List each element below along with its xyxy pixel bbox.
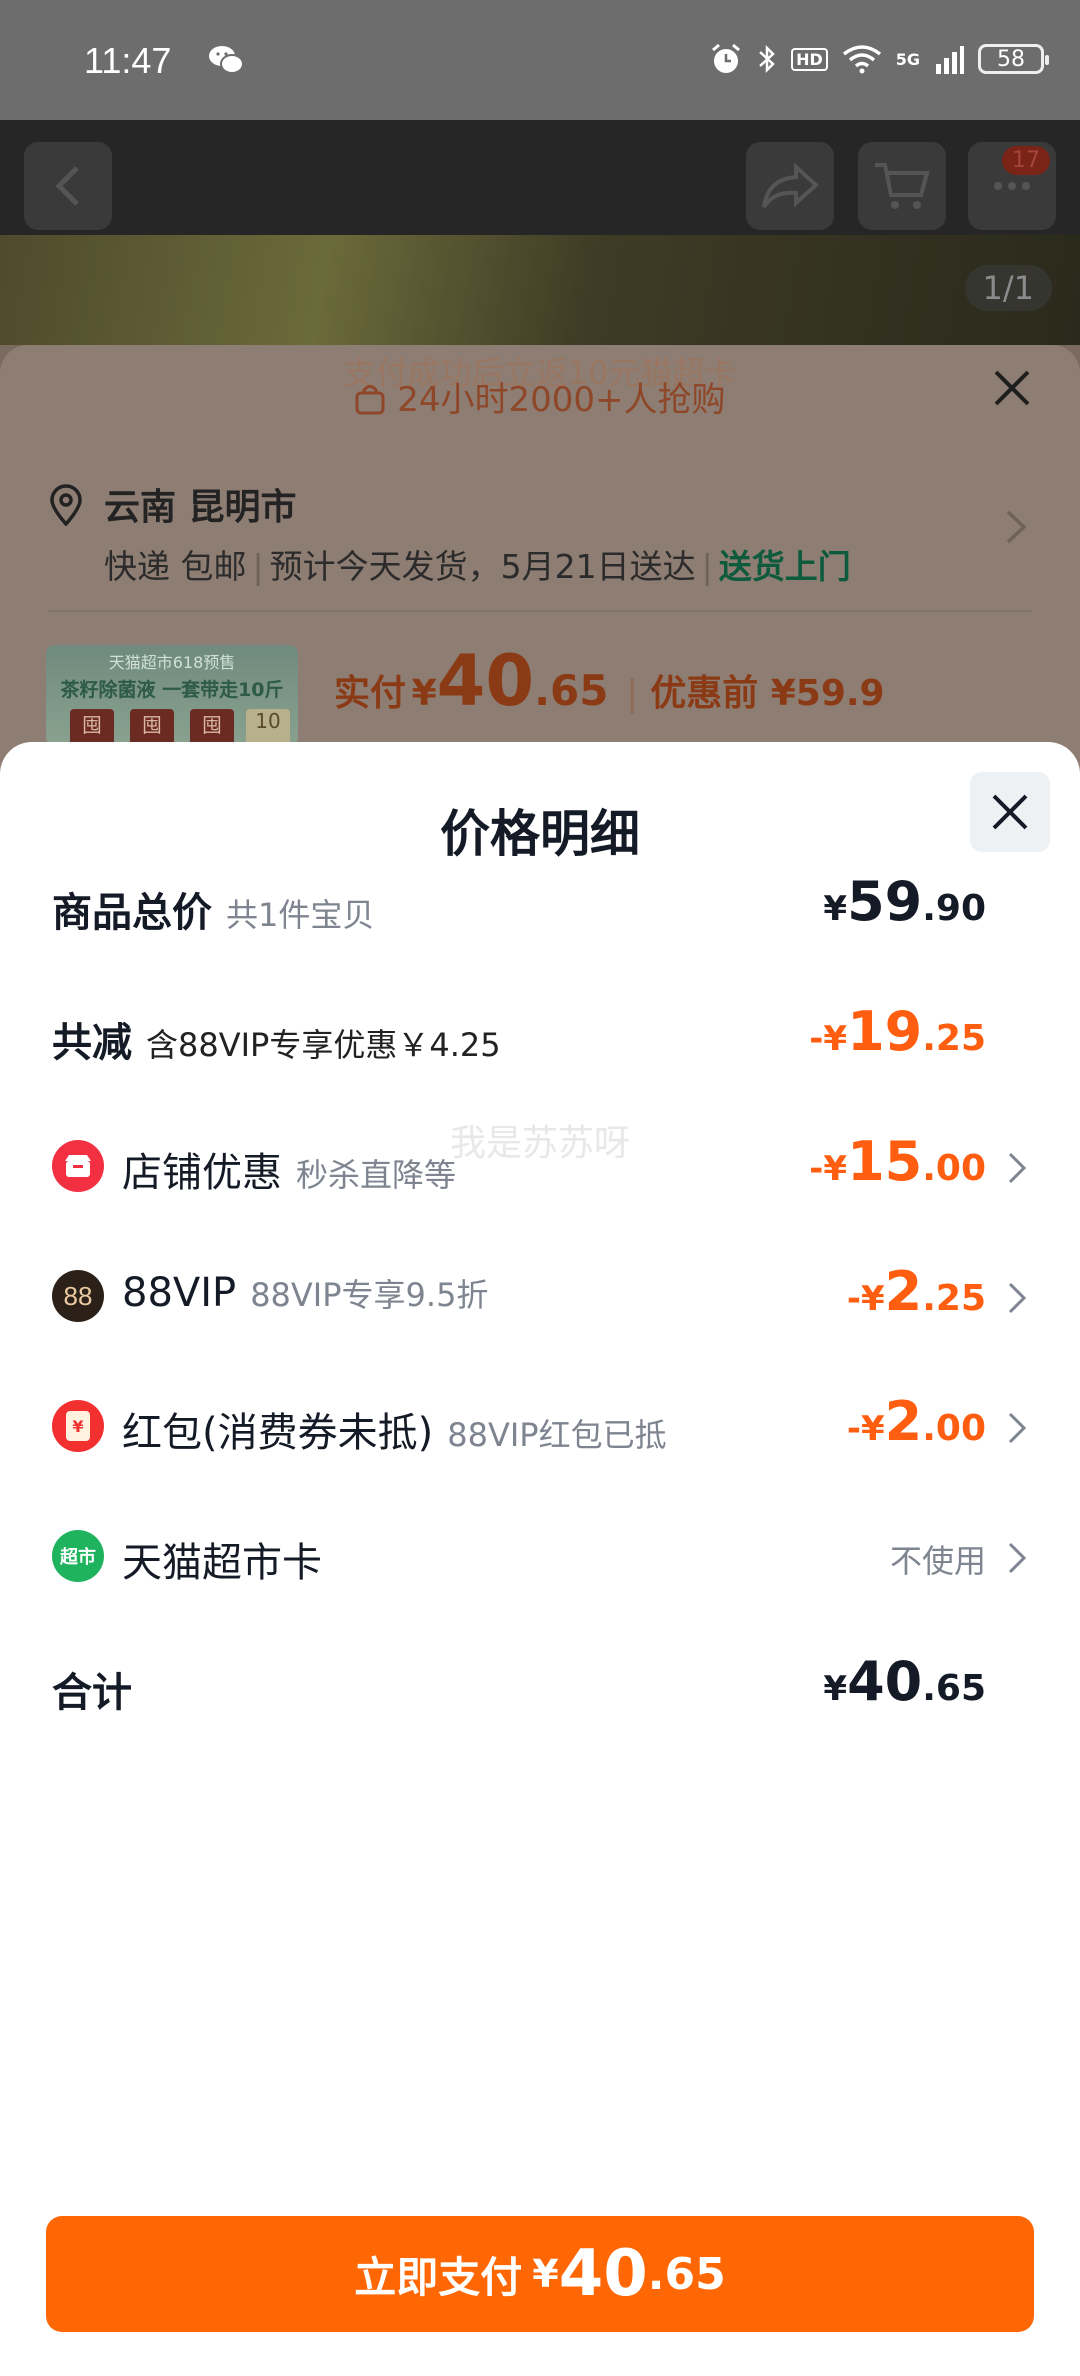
red-packet-icon: ¥ xyxy=(52,1400,104,1452)
reduction-amount: -¥19.25 xyxy=(809,1000,986,1063)
share-button[interactable] xyxy=(746,142,834,230)
watermark: 我是苏苏呀 xyxy=(449,1123,630,1164)
sum-amount: ¥40.65 xyxy=(823,1650,986,1713)
row-sum: 合计 ¥40.65 xyxy=(52,1646,1028,1726)
address-city: 云南 昆明市 xyxy=(104,487,297,528)
red-packet-amount: -¥2.00 xyxy=(846,1390,986,1453)
wifi-icon xyxy=(842,45,881,74)
hd-badge: HD xyxy=(791,47,828,71)
chevron-right-icon xyxy=(1008,1282,1027,1314)
row-label: 商品总价 共1件宝贝 xyxy=(52,890,375,936)
status-bar: 11:47 HD 5G 58 xyxy=(0,0,1080,120)
share-icon xyxy=(762,162,819,209)
battery-level: 58 xyxy=(997,46,1025,72)
row-tmall-card[interactable]: 超市 天猫超市卡 不使用 xyxy=(52,1516,1028,1596)
back-icon xyxy=(55,166,79,206)
more-icon xyxy=(994,182,1030,190)
close-icon xyxy=(992,794,1028,830)
product-image xyxy=(0,235,1080,345)
row-label: 合计 xyxy=(52,1670,132,1716)
cart-count-badge: 17 xyxy=(1002,146,1050,175)
product-header: 17 xyxy=(0,120,1080,235)
back-button[interactable] xyxy=(24,142,112,230)
chevron-right-icon xyxy=(1008,1412,1027,1444)
vip-discount-amount: -¥2.25 xyxy=(846,1260,986,1323)
chevron-right-icon xyxy=(1006,510,1027,544)
signal-icon xyxy=(936,46,964,74)
hot-sale-banner: 24小时2000+人抢购 xyxy=(0,372,1080,421)
row-label: 88VIP 88VIP专享9.5折 xyxy=(122,1270,489,1316)
row-label: 红包(消费券未抵) 88VIP红包已抵 xyxy=(122,1410,667,1456)
card-not-used: 不使用 xyxy=(889,1542,986,1580)
product-thumbnail: 天猫超市618预售 茶籽除菌液 一套带走10斤 囤 囤 囤 10 xyxy=(46,645,298,745)
shipping-info: 快递 包邮 | 预计今天发货，5月21日送达 | 送货上门 xyxy=(104,547,851,586)
image-counter: 1/1 xyxy=(964,265,1052,311)
cart-button[interactable] xyxy=(858,142,946,230)
wechat-icon xyxy=(209,46,244,74)
purchase-sheet-close-icon[interactable] xyxy=(990,366,1034,410)
divider xyxy=(48,610,1032,612)
row-total-goods: 商品总价 共1件宝贝 ¥59.90 xyxy=(52,866,1028,946)
row-88vip[interactable]: 88 88VIP 88VIP专享9.5折 -¥2.25 xyxy=(52,1256,1028,1336)
price-detail-sheet: 价格明细 商品总价 共1件宝贝 ¥59.90 共减 含88VIP专享优惠￥4.25 … xyxy=(0,742,1080,2376)
cart-icon xyxy=(875,163,930,209)
row-red-packet[interactable]: ¥ 红包(消费券未抵) 88VIP红包已抵 -¥2.00 xyxy=(52,1386,1028,1466)
close-button[interactable] xyxy=(970,772,1050,852)
bluetooth-icon xyxy=(759,44,775,74)
location-pin-icon xyxy=(50,484,82,526)
row-total-reduction: 共减 含88VIP专享优惠￥4.25 -¥19.25 xyxy=(52,996,1028,1076)
row-label: 天猫超市卡 xyxy=(122,1540,322,1586)
vip-icon: 88 xyxy=(52,1270,104,1322)
status-time: 11:47 xyxy=(84,40,172,81)
sheet-title: 价格明细 xyxy=(440,805,640,863)
status-icons: HD 5G 58 xyxy=(709,42,1049,76)
network-label: 5G xyxy=(895,49,920,69)
chevron-right-icon xyxy=(1008,1542,1027,1574)
row-label: 共减 含88VIP专享优惠￥4.25 xyxy=(52,1020,501,1066)
tmall-supermarket-icon: 超市 xyxy=(52,1530,104,1582)
bag-icon xyxy=(355,385,385,415)
more-button[interactable]: 17 xyxy=(968,142,1056,230)
battery-indicator: 58 xyxy=(978,44,1049,74)
goods-amount: ¥59.90 xyxy=(823,870,986,933)
price-summary[interactable]: 实付 ¥40.65 | 优惠前 ¥59.9 xyxy=(334,640,885,722)
pay-now-button[interactable]: 立即支付 ¥40.65 xyxy=(46,2216,1034,2332)
alarm-icon xyxy=(712,43,741,73)
